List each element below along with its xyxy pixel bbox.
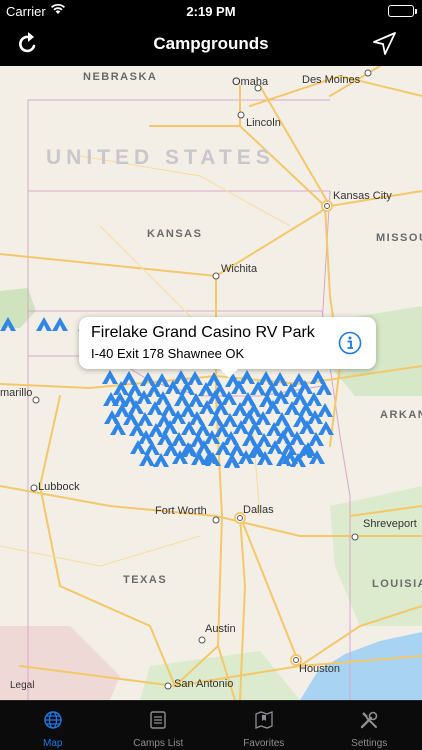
campground-pin [139,452,155,466]
tab-settings[interactable]: Settings [317,701,422,750]
tab-camps-list[interactable]: Camps List [106,701,212,750]
tab-map[interactable]: Map [0,701,106,750]
campground-pin [36,317,52,331]
legal-link[interactable]: Legal [10,680,34,691]
campground-pin [154,373,170,387]
location-button[interactable] [370,30,398,58]
campground-pin [161,402,177,416]
tab-favorites[interactable]: Favorites [211,701,317,750]
campground-pin [297,380,313,394]
tools-icon [359,710,379,730]
page-title: Campgrounds [153,34,269,53]
tab-camps-list-label: Camps List [133,738,184,749]
campground-pin [229,442,245,456]
campground-pin [195,422,211,436]
globe-icon [43,710,63,730]
campground-pin [239,370,255,384]
campground-callout[interactable]: Firelake Grand Casino RV Park I-40 Exit … [79,317,376,378]
navigation-bar: Campgrounds [0,22,422,66]
list-icon [148,710,168,730]
campground-pin [272,372,288,386]
campground-pin [224,454,240,468]
campground-pin [102,370,118,384]
callout-title: Firelake Grand Casino RV Park [91,324,315,341]
callout-address: I-40 Exit 178 Shawnee OK [91,346,245,361]
campground-pin [52,317,68,331]
campground-pin [127,382,143,396]
location-arrow-icon [373,32,396,55]
status-bar: Carrier 2:19 PM [0,0,422,22]
battery-icon [388,5,417,17]
tab-bar: Map Camps List Favorites Settings [0,700,422,750]
campground-pin [187,371,203,385]
campground-pin [110,421,126,435]
campground-pin [144,441,160,455]
map-view[interactable]: NEBRASKA UNITED STATES KANSAS MISSOU ARK… [0,66,422,700]
clock: 2:19 PM [186,4,236,19]
info-button[interactable] [338,331,362,355]
tab-map-label: Map [43,738,63,749]
campground-pins-layer [0,317,334,468]
map-bookmark-icon [254,710,274,730]
info-circle-icon [338,331,362,355]
tab-settings-label: Settings [351,738,388,749]
campground-pin [316,381,332,395]
campground-pin [0,317,16,331]
tab-favorites-label: Favorites [243,738,285,749]
